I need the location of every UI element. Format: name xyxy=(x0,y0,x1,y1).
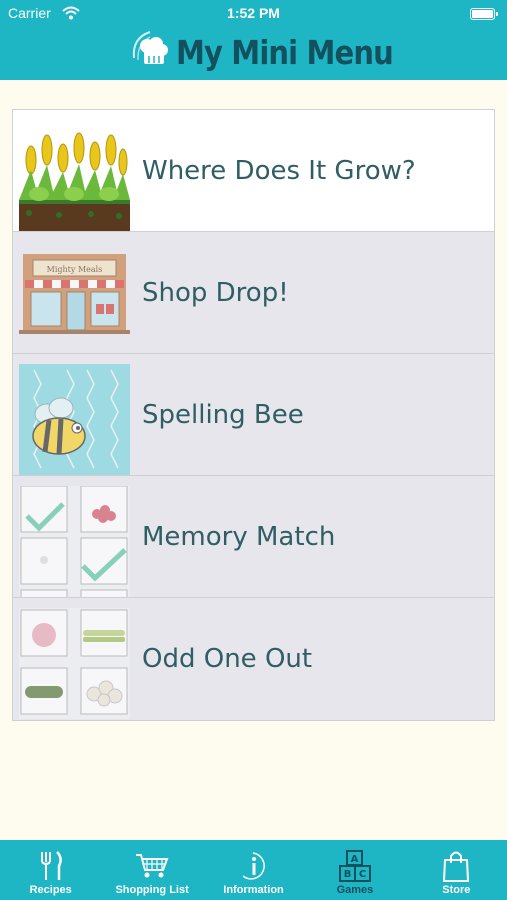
info-icon xyxy=(239,848,269,884)
corn-field-image xyxy=(19,120,130,231)
status-time: 1:52 PM xyxy=(227,5,280,21)
bee-image xyxy=(19,364,130,475)
tab-store[interactable]: Store xyxy=(406,840,507,900)
app-title: My Mini Menu xyxy=(176,32,394,72)
app-logo: My Mini Menu xyxy=(130,27,423,77)
svg-text:C: C xyxy=(359,869,366,880)
tab-label: Games xyxy=(336,884,374,896)
games-list: Where Does It Grow? Mighty Meals Shop Dr… xyxy=(12,109,495,721)
fork-knife-icon xyxy=(37,848,65,884)
game-row-spelling-bee[interactable]: Spelling Bee xyxy=(13,354,494,476)
game-label: Where Does It Grow? xyxy=(142,155,416,186)
game-row-shop-drop[interactable]: Mighty Meals Shop Drop! xyxy=(13,232,494,354)
shop-front-image: Mighty Meals xyxy=(19,242,130,353)
game-label: Spelling Bee xyxy=(142,399,304,430)
chef-hat-icon xyxy=(130,28,170,76)
tab-shopping-list[interactable]: Shopping List xyxy=(101,840,202,900)
tab-label: Shopping List xyxy=(115,884,189,896)
svg-text:A: A xyxy=(351,854,359,865)
memory-cards-image xyxy=(19,486,130,597)
tab-games[interactable]: A B C Games xyxy=(304,840,405,900)
vegetables-grid-image xyxy=(19,608,130,719)
svg-text:B: B xyxy=(344,869,352,880)
tab-bar: Recipes Shopping List Information A B C … xyxy=(0,840,507,900)
abc-blocks-icon: A B C xyxy=(338,848,372,884)
shop-sign-text: Mighty Meals xyxy=(47,265,103,274)
game-label: Shop Drop! xyxy=(142,277,289,308)
tab-information[interactable]: Information xyxy=(203,840,304,900)
shopping-cart-icon xyxy=(135,848,169,884)
status-bar: Carrier 1:52 PM xyxy=(0,0,507,28)
game-label: Odd One Out xyxy=(142,644,313,674)
shopping-bag-icon xyxy=(442,848,470,884)
tab-label: Store xyxy=(442,884,471,896)
game-row-where-does-it-grow[interactable]: Where Does It Grow? xyxy=(13,110,494,232)
game-label: Memory Match xyxy=(142,521,336,552)
battery-icon xyxy=(470,8,498,20)
app-header: Carrier 1:52 PM My Mini Menu xyxy=(0,0,507,80)
game-row-memory-match[interactable]: Memory Match xyxy=(13,476,494,598)
tab-label: Recipes xyxy=(29,884,72,896)
game-row-odd-one-out[interactable]: Odd One Out xyxy=(13,598,494,720)
tab-recipes[interactable]: Recipes xyxy=(0,840,101,900)
tab-label: Information xyxy=(223,884,284,896)
